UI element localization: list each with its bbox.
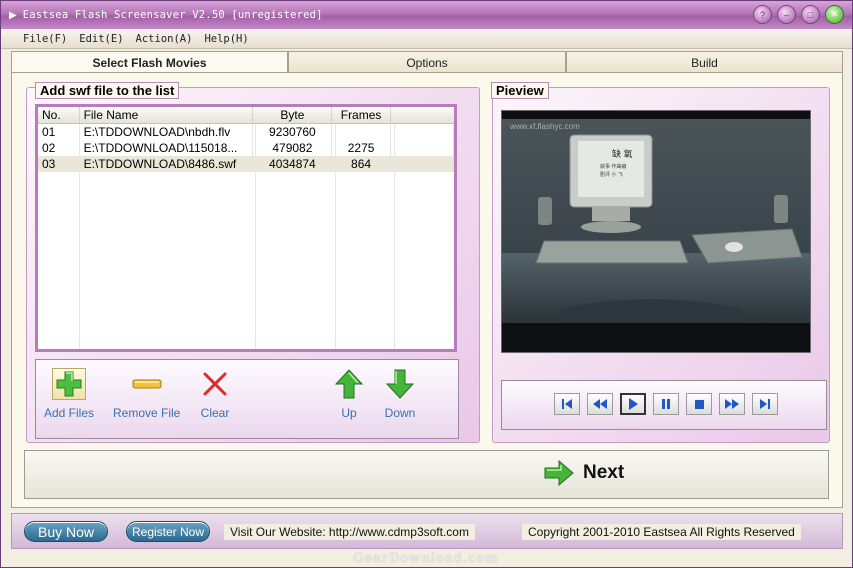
pause-icon (662, 399, 670, 409)
tab-options[interactable]: Options (288, 51, 566, 73)
preview-watermark: www.xf.flashyc.com (509, 122, 580, 131)
preview-panel: Pieview 缺 氧 叙事 作曲编 剧评 小 飞 www.xf.flashyc… (491, 82, 830, 443)
pause-button[interactable] (653, 393, 679, 415)
tab-build[interactable]: Build (566, 51, 843, 73)
column-no[interactable]: No. (38, 107, 80, 123)
tab-select-flash-movies[interactable]: Select Flash Movies (11, 51, 288, 74)
copyright-text: Copyright 2001-2010 Eastsea All Rights R… (522, 524, 801, 540)
grid-line (394, 124, 395, 349)
minimize-icon[interactable]: – (777, 5, 796, 24)
cell-extra (391, 156, 454, 172)
cell-frames (332, 124, 391, 140)
fast-forward-icon (725, 399, 739, 409)
help-icon[interactable]: ? (753, 5, 772, 24)
column-file-name[interactable]: File Name (80, 107, 254, 123)
window-title: Eastsea Flash Screensaver V2.50 [unregis… (22, 9, 323, 21)
grid-line (255, 124, 256, 349)
forward-button[interactable] (719, 393, 745, 415)
maximize-icon[interactable]: □ (801, 5, 820, 24)
footer-bar: Buy Now Register Now Visit Our Website: … (11, 513, 843, 549)
column-byte[interactable]: Byte (253, 107, 333, 123)
rewind-button[interactable] (587, 393, 613, 415)
cell-frames: 2275 (332, 140, 391, 156)
file-list-header: No. File Name Byte Frames (38, 107, 454, 124)
down-label: Down (384, 406, 416, 420)
grid-line (79, 124, 80, 349)
tab-strip: Select Flash Movies Options Build (11, 51, 843, 74)
file-toolbar: Add Files Remove File Clear Up Down (35, 359, 459, 439)
menu-bar: File(F) Edit(E) Action(A) Help(H) (1, 29, 852, 49)
cell-no: 01 (38, 124, 80, 140)
cell-frames: 864 (332, 156, 391, 172)
remove-icon (130, 368, 164, 400)
app-window: ▶ Eastsea Flash Screensaver V2.50 [unreg… (0, 0, 853, 568)
up-button[interactable]: Up (332, 368, 366, 420)
app-menu-icon[interactable]: ▶ (9, 10, 17, 21)
menu-edit[interactable]: Edit(E) (79, 33, 123, 45)
file-list-caption: Add swf file to the list (35, 82, 180, 99)
add-files-label: Add Files (44, 406, 95, 420)
cell-no: 03 (38, 156, 80, 172)
screen-line-2: 剧评 小 飞 (600, 171, 623, 178)
arrow-right-icon (544, 459, 574, 487)
register-now-button[interactable]: Register Now (126, 521, 210, 542)
file-list[interactable]: No. File Name Byte Frames 01 E:\TDDOWNLO… (35, 104, 457, 352)
cell-no: 02 (38, 140, 80, 156)
preview-caption: Pieview (491, 82, 549, 99)
down-button[interactable]: Down (383, 368, 417, 420)
title-bar[interactable]: ▶ Eastsea Flash Screensaver V2.50 [unreg… (1, 1, 852, 29)
arrow-up-icon (332, 368, 366, 400)
remove-file-button[interactable]: Remove File (113, 368, 180, 420)
window-controls: ? – □ ✕ (753, 5, 844, 24)
remove-file-label: Remove File (113, 406, 181, 420)
rewind-icon (593, 399, 607, 409)
play-icon (629, 398, 638, 410)
cell-file-name: E:\TDDOWNLOAD\nbdh.flv (80, 124, 254, 140)
next-label: Next (583, 462, 625, 483)
column-extra (391, 107, 454, 123)
buy-now-button[interactable]: Buy Now (24, 521, 108, 542)
player-controls (501, 380, 827, 430)
stop-icon (695, 400, 704, 409)
skip-forward-icon (760, 399, 770, 409)
skip-back-icon (562, 399, 572, 409)
menu-action[interactable]: Action(A) (136, 33, 193, 45)
clear-icon (198, 368, 232, 400)
preview-screen[interactable]: 缺 氧 叙事 作曲编 剧评 小 飞 www.xf.flashyc.com (501, 110, 811, 353)
cell-byte: 9230760 (253, 124, 333, 140)
grid-line (335, 124, 336, 349)
file-list-panel: Add swf file to the list No. File Name B… (26, 82, 480, 443)
column-frames[interactable]: Frames (332, 107, 391, 123)
stop-button[interactable] (686, 393, 712, 415)
cell-extra (391, 140, 454, 156)
cell-byte: 4034874 (253, 156, 333, 172)
add-icon (52, 368, 87, 400)
next-bar: Next (24, 450, 829, 499)
next-button[interactable]: Next (543, 459, 624, 487)
screen-title-text: 缺 氧 (612, 148, 633, 159)
cell-byte: 479082 (253, 140, 333, 156)
tab-content: Add swf file to the list No. File Name B… (11, 72, 843, 508)
close-icon[interactable]: ✕ (825, 5, 844, 24)
last-frame-button[interactable] (752, 393, 778, 415)
menu-help[interactable]: Help(H) (204, 33, 248, 45)
play-button[interactable] (620, 393, 646, 415)
add-files-button[interactable]: Add Files (44, 368, 94, 420)
clear-button[interactable]: Clear (198, 368, 232, 420)
first-frame-button[interactable] (554, 393, 580, 415)
screen-line-1: 叙事 作曲编 (600, 163, 626, 170)
cell-file-name: E:\TDDOWNLOAD\115018... (80, 140, 254, 156)
preview-image: 缺 氧 叙事 作曲编 剧评 小 飞 www.xf.flashyc.com (502, 111, 810, 352)
table-row[interactable]: 01 E:\TDDOWNLOAD\nbdh.flv 9230760 (38, 124, 454, 140)
table-row[interactable]: 02 E:\TDDOWNLOAD\115018... 479082 2275 (38, 140, 454, 156)
site-watermark: GearDownload.com (353, 551, 499, 566)
cell-file-name: E:\TDDOWNLOAD\8486.swf (80, 156, 254, 172)
up-label: Up (341, 406, 357, 420)
menu-file[interactable]: File(F) (23, 33, 67, 45)
arrow-down-icon (383, 368, 417, 400)
cell-extra (391, 124, 454, 140)
clear-label: Clear (200, 406, 230, 420)
website-link[interactable]: Visit Our Website: http://www.cdmp3soft.… (224, 524, 475, 540)
table-row-selected[interactable]: 03 E:\TDDOWNLOAD\8486.swf 4034874 864 (38, 156, 454, 172)
